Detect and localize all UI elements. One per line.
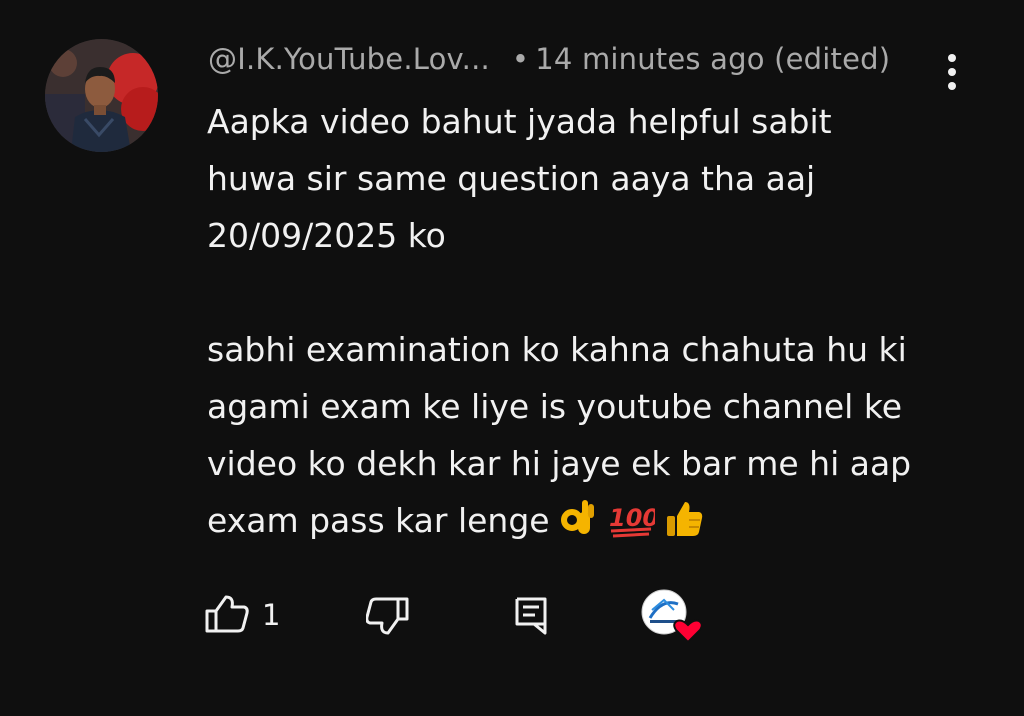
comment-body: Aapka video bahut jyada helpful sabit hu… (207, 93, 987, 555)
like-button[interactable] (204, 594, 250, 634)
comment-line: huwa sir same question aaya tha aaj (207, 159, 816, 198)
comment-actions: 1 (0, 588, 1024, 648)
author-handle[interactable]: @I.K.YouTube.Lov... (208, 42, 490, 76)
creator-heart-icon (641, 589, 703, 644)
commenter-avatar[interactable] (45, 39, 158, 152)
header-separator: • (511, 42, 530, 76)
thumbs-up-emoji (665, 498, 705, 555)
thumb-up-icon (205, 595, 249, 633)
more-vert-icon (948, 54, 956, 90)
comment-line: 20/09/2025 ko (207, 216, 446, 255)
comment-line: exam pass kar lenge (207, 501, 550, 540)
comment-line: Aapka video bahut jyada helpful sabit (207, 102, 832, 141)
comment-timestamp[interactable]: 14 minutes ago (edited) (535, 42, 890, 76)
comment-header: @I.K.YouTube.Lov... • 14 minutes ago (edit… (208, 42, 890, 76)
hundred-points-emoji: 100 (607, 498, 659, 555)
comment-line: agami exam ke liye is youtube channel ke (207, 387, 903, 426)
avatar-image (45, 39, 158, 152)
comment-line: video ko dekh kar hi jaye ek bar me hi a… (207, 444, 912, 483)
comment-last-line: exam pass kar lenge 100 (207, 492, 987, 555)
thumb-down-icon (365, 597, 409, 635)
ok-hand-emoji (560, 498, 596, 555)
reply-button[interactable] (514, 596, 548, 636)
reply-icon (515, 597, 547, 635)
comment-line: sabhi examination ko kahna chahuta hu ki (207, 330, 907, 369)
creator-heart-badge (640, 588, 703, 644)
more-options-button[interactable] (936, 50, 968, 94)
dislike-button[interactable] (365, 596, 410, 636)
like-count: 1 (262, 598, 281, 632)
